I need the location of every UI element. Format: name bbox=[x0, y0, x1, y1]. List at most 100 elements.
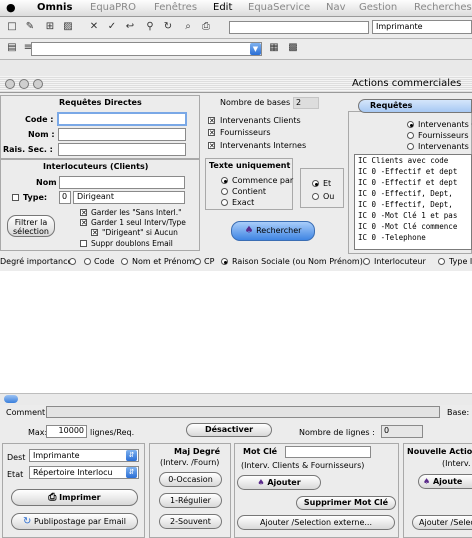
combo-arrow-icon[interactable]: ▼ bbox=[250, 43, 261, 55]
list-item[interactable]: IC 0 -Effectif, Dept, bbox=[355, 199, 471, 210]
scrollbar-thumb[interactable] bbox=[4, 395, 18, 403]
calendar-icon[interactable]: ▦ bbox=[268, 42, 280, 54]
sort-interlocuteur-radio[interactable] bbox=[363, 258, 370, 265]
fournisseurs-checkbox[interactable]: ✕ bbox=[208, 129, 215, 137]
regulier-button[interactable]: 1-Régulier bbox=[159, 493, 222, 508]
nom-input[interactable] bbox=[58, 128, 186, 141]
et-radio[interactable] bbox=[312, 180, 319, 187]
grid-icon[interactable]: ▩ bbox=[287, 42, 299, 54]
garder-un-seul-checkbox[interactable]: ✕ bbox=[80, 219, 87, 227]
souvent-button[interactable]: 2-Souvent bbox=[159, 514, 222, 529]
intervenants-internes-checkbox[interactable]: ✕ bbox=[208, 142, 215, 150]
exact-radio[interactable] bbox=[221, 199, 228, 206]
raison-sociale-input[interactable] bbox=[58, 143, 186, 156]
ajouter-action-button[interactable]: ♠ Ajoute bbox=[418, 474, 472, 489]
menu-nav[interactable]: Nav bbox=[326, 2, 346, 13]
menu-app[interactable]: Omnis bbox=[37, 2, 72, 13]
toolbar-combo[interactable] bbox=[31, 42, 262, 56]
type-checkbox[interactable] bbox=[12, 194, 19, 201]
req-fournisseurs-radio[interactable] bbox=[407, 132, 414, 139]
type-code-input[interactable]: 0 bbox=[59, 191, 71, 204]
garder-sans-interl-checkbox[interactable]: ✕ bbox=[80, 209, 87, 217]
code-input[interactable] bbox=[57, 112, 187, 126]
sort-nom-label: Nom et Prénom bbox=[132, 257, 195, 266]
doc-icon[interactable]: ▤ bbox=[6, 42, 18, 54]
sort-degre-radio[interactable] bbox=[69, 258, 76, 265]
empty-area bbox=[0, 271, 472, 393]
intervenants-internes-label: Intervenants Internes bbox=[220, 141, 307, 150]
print-icon[interactable]: ⎙ bbox=[200, 21, 212, 33]
suppr-doublons-checkbox[interactable] bbox=[80, 240, 87, 247]
etat-select[interactable]: Répertoire Interlocu bbox=[29, 466, 139, 479]
back-icon[interactable]: ↩ bbox=[124, 21, 136, 33]
nombre-bases-label: Nombre de bases : bbox=[220, 98, 296, 107]
printer-select[interactable]: Imprimante bbox=[372, 20, 472, 34]
ajouter-selection-action-button[interactable]: Ajouter /Selec bbox=[412, 515, 472, 530]
menu-edit[interactable]: Edit bbox=[213, 2, 232, 13]
publipostage-button[interactable]: ↻ Publipostage par Email bbox=[11, 513, 138, 530]
sort-type-radio[interactable] bbox=[438, 258, 445, 265]
next-icon[interactable]: ↻ bbox=[162, 21, 174, 33]
list-item[interactable]: IC 0 -Mot Clé commence bbox=[355, 221, 471, 232]
edit-icon[interactable]: ✎ bbox=[24, 21, 36, 33]
sort-row: Degré importance Code Nom et Prénom CP R… bbox=[0, 256, 472, 268]
etat-arrow-icon[interactable]: ⇵ bbox=[126, 467, 137, 478]
delete-icon[interactable]: ▨ bbox=[62, 21, 74, 33]
cancel-icon[interactable]: ✕ bbox=[88, 21, 100, 33]
zoom-icon[interactable] bbox=[33, 79, 43, 89]
new-icon[interactable]: □ bbox=[6, 21, 18, 33]
list-item[interactable]: IC Clients avec code bbox=[355, 155, 471, 166]
toolbar-input[interactable] bbox=[229, 21, 369, 34]
tab-requetes[interactable]: Requêtes bbox=[358, 99, 472, 113]
apple-icon[interactable]: ● bbox=[6, 1, 16, 14]
sort-cp-radio[interactable] bbox=[194, 258, 201, 265]
ou-radio[interactable] bbox=[312, 193, 319, 200]
insert-icon[interactable]: ⊞ bbox=[44, 21, 56, 33]
dest-select[interactable]: Imprimante bbox=[29, 449, 139, 462]
menu-recherches[interactable]: Recherches bbox=[414, 2, 472, 13]
intervenants-clients-checkbox[interactable]: ✕ bbox=[208, 117, 215, 125]
menu-gestion[interactable]: Gestion bbox=[359, 2, 397, 13]
max-input[interactable]: 10000 bbox=[46, 425, 87, 438]
list-item[interactable]: IC 0 -Telephone bbox=[355, 232, 471, 243]
find-icon[interactable]: ⌕ bbox=[182, 21, 194, 33]
filtrer-selection-button[interactable]: Filtrer la sélection bbox=[7, 215, 55, 237]
type-name-input[interactable]: Dirigeant bbox=[73, 191, 185, 204]
contient-radio[interactable] bbox=[221, 188, 228, 195]
rechercher-button[interactable]: ♠ Rechercher bbox=[231, 221, 315, 241]
close-icon[interactable] bbox=[5, 79, 15, 89]
minimize-icon[interactable] bbox=[19, 79, 29, 89]
sort-code-radio[interactable] bbox=[84, 258, 91, 265]
menu-fenetres[interactable]: Fenêtres bbox=[154, 2, 197, 13]
sort-nom-radio[interactable] bbox=[121, 258, 128, 265]
desactiver-button[interactable]: Désactiver bbox=[186, 423, 272, 437]
dest-arrow-icon[interactable]: ⇵ bbox=[126, 450, 137, 461]
interloc-nom-input[interactable] bbox=[59, 176, 185, 189]
occasion-button[interactable]: 0-Occasion bbox=[159, 472, 222, 487]
ajouter-selection-externe-button[interactable]: Ajouter /Selection externe... bbox=[237, 515, 395, 530]
type-code-value: 0 bbox=[62, 192, 68, 201]
toolbar-secondary: ▤ ≡ ▼ ▦ ▩ bbox=[0, 39, 472, 60]
dest-label: Dest bbox=[7, 453, 26, 462]
list-item[interactable]: IC 0 -Mot Clé 1 et pas bbox=[355, 210, 471, 221]
req-internes-radio[interactable] bbox=[407, 143, 414, 150]
list-item[interactable]: IC 0 -Effectif et dept bbox=[355, 166, 471, 177]
window-title: Actions commerciales bbox=[352, 78, 462, 89]
sort-raison-radio[interactable] bbox=[221, 258, 228, 265]
req-clients-radio[interactable] bbox=[407, 121, 414, 128]
requetes-list[interactable]: IC Clients avec code IC 0 -Effectif et d… bbox=[354, 154, 472, 250]
list-item[interactable]: IC 0 -Effectif, Dept, bbox=[355, 188, 471, 199]
commence-par-radio[interactable] bbox=[221, 177, 228, 184]
menu-equaservice[interactable]: EquaService bbox=[248, 2, 310, 13]
dirigeant-si-aucun-checkbox[interactable]: ✕ bbox=[91, 229, 98, 237]
comment-input[interactable] bbox=[46, 406, 440, 418]
mot-cle-input[interactable] bbox=[285, 446, 371, 458]
horizontal-scrollbar[interactable] bbox=[0, 393, 472, 405]
menu-equapro[interactable]: EquaPRO bbox=[90, 2, 136, 13]
imprimer-button[interactable]: ⎙ Imprimer bbox=[11, 489, 138, 506]
list-item[interactable]: IC 0 -Effectif et dept bbox=[355, 177, 471, 188]
search-icon[interactable]: ⚲ bbox=[144, 21, 156, 33]
supprimer-mot-cle-button[interactable]: Supprimer Mot Clé bbox=[296, 496, 396, 510]
ajouter-mot-cle-button[interactable]: ♠ Ajouter bbox=[237, 475, 321, 490]
validate-icon[interactable]: ✓ bbox=[106, 21, 118, 33]
